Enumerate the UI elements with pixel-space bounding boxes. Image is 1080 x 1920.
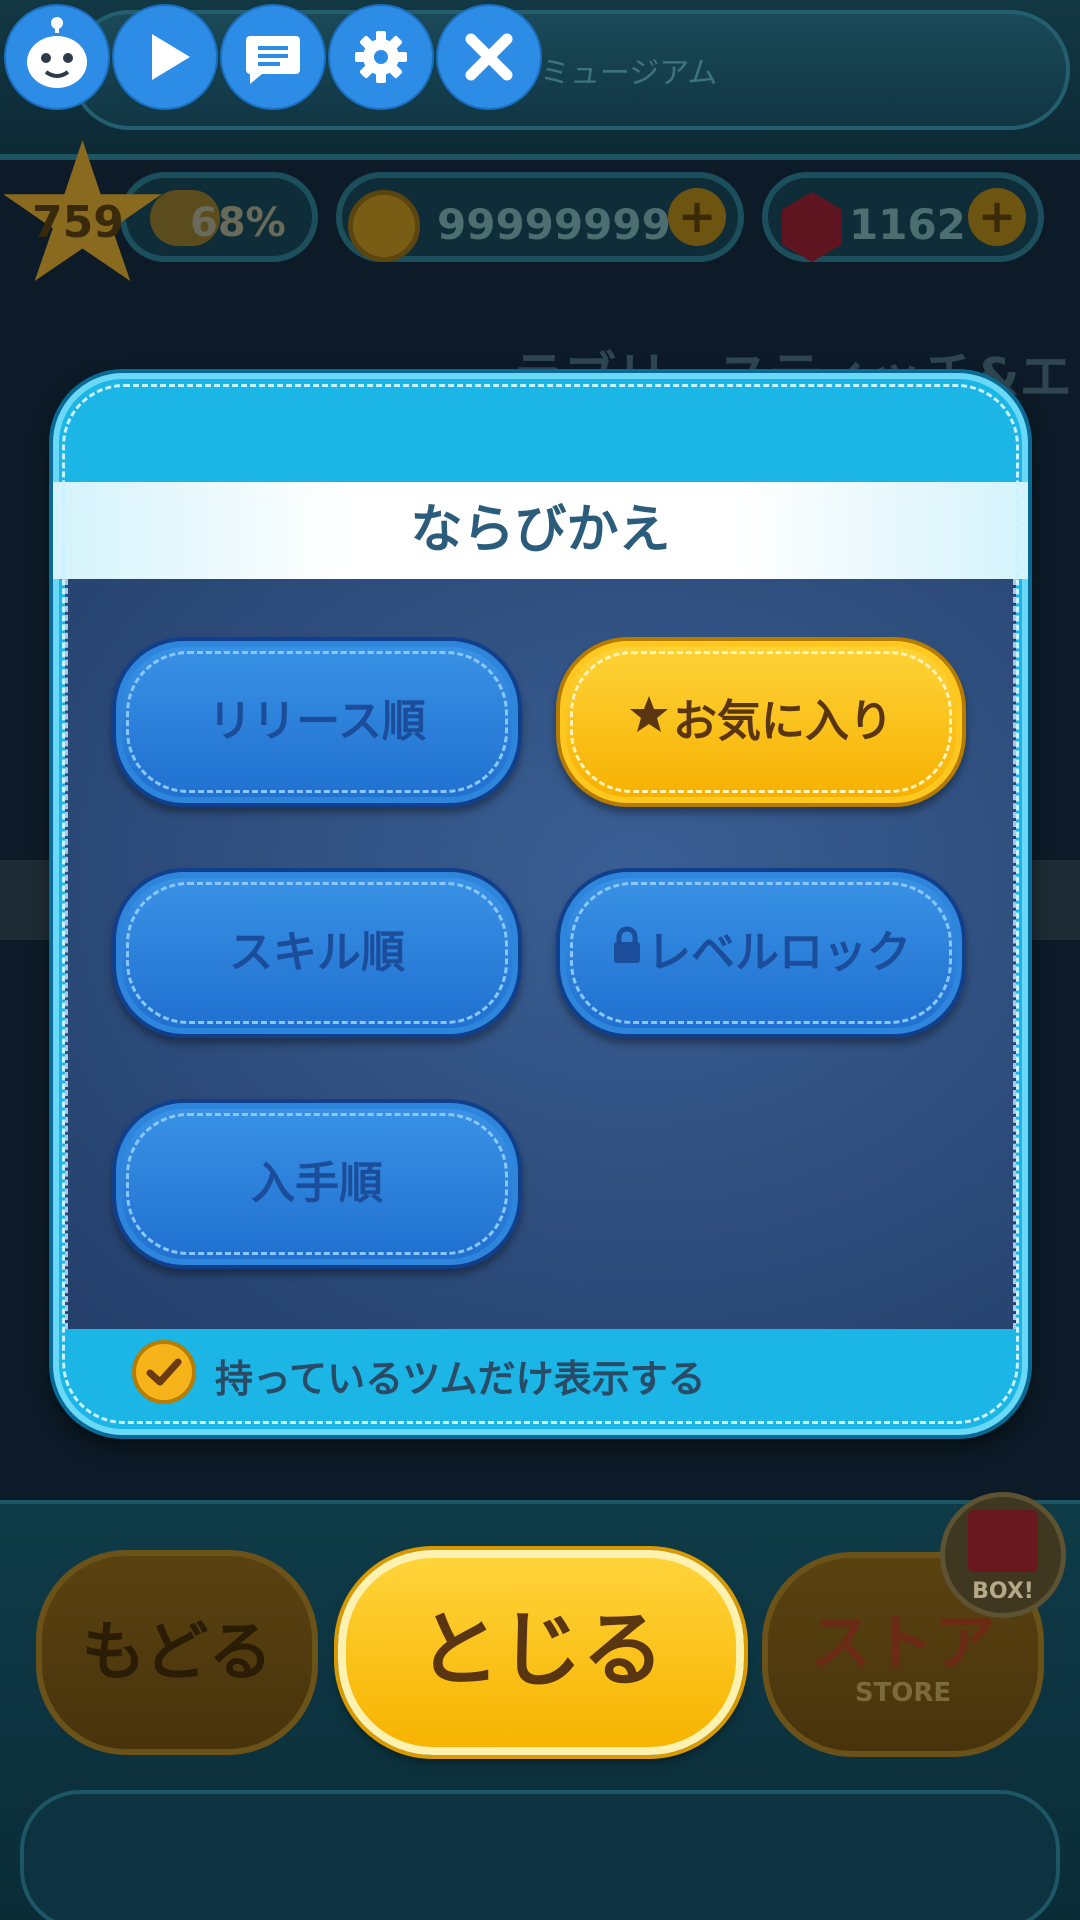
sort-option-label: お気に入り <box>673 696 893 747</box>
lock-icon <box>611 870 643 1032</box>
gift-box-icon <box>968 1510 1038 1572</box>
bot-avatar-icon <box>27 17 87 88</box>
play-button[interactable] <box>114 6 216 108</box>
close-icon <box>465 33 513 81</box>
sort-option-label: スキル順 <box>229 927 405 978</box>
store-sub-label: STORE <box>854 1678 952 1708</box>
sort-release-button[interactable]: リリース順 <box>112 637 522 807</box>
owned-only-checkbox[interactable] <box>132 1340 196 1404</box>
back-button[interactable]: もどる <box>36 1550 318 1755</box>
sort-acquired-button[interactable]: 入手順 <box>112 1099 522 1269</box>
star-icon <box>629 639 669 801</box>
close-button[interactable]: とじる <box>338 1550 744 1755</box>
sort-level-lock-button[interactable]: レベルロック <box>556 868 966 1038</box>
settings-button[interactable] <box>330 6 432 108</box>
bot-avatar-button[interactable] <box>6 6 108 108</box>
sort-skill-button[interactable]: スキル順 <box>112 868 522 1038</box>
chat-icon <box>246 36 300 84</box>
exp-percent: 68% <box>190 200 286 246</box>
owned-only-label[interactable]: 持っているツムだけ表示する <box>215 1348 706 1403</box>
gear-icon <box>355 31 407 83</box>
box-label: BOX! <box>972 1579 1034 1604</box>
bottom-frame <box>20 1790 1060 1920</box>
play-icon <box>152 34 190 80</box>
sort-option-label: 入手順 <box>251 1158 383 1209</box>
checkmark-icon <box>146 1358 182 1386</box>
add-gems-button[interactable]: + <box>968 188 1026 246</box>
coin-count: 99999999 <box>437 200 671 249</box>
store-button-label: ストア <box>809 1606 996 1679</box>
sort-option-label: リリース順 <box>208 696 426 747</box>
sort-option-label: レベルロック <box>647 927 911 978</box>
add-coins-button[interactable]: + <box>668 188 726 246</box>
exit-button[interactable] <box>438 6 540 108</box>
chat-button[interactable] <box>222 6 324 108</box>
coin-icon <box>348 190 420 262</box>
gem-count: 1162 <box>849 200 966 249</box>
sort-favorite-button[interactable]: お気に入り <box>556 637 966 807</box>
screen-title: ミュージアム <box>540 56 718 91</box>
player-level: 759 <box>32 197 124 248</box>
